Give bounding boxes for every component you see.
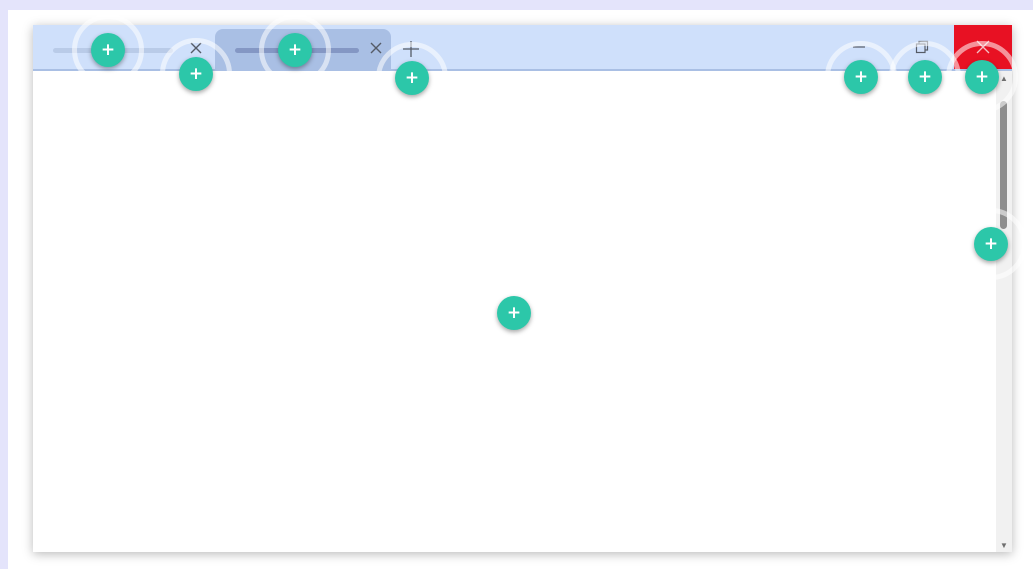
desktop-frame-left: [0, 10, 8, 569]
tab-close-button[interactable]: [185, 37, 207, 59]
plus-circle-icon: +: [983, 233, 999, 254]
plus-circle-icon: +: [917, 66, 933, 87]
plus-circle-icon: +: [853, 66, 869, 87]
hotspot-marker[interactable]: +: [395, 61, 429, 95]
hotspot-marker[interactable]: +: [974, 227, 1008, 261]
restore-icon: [915, 40, 929, 54]
hotspot-marker[interactable]: +: [179, 57, 213, 91]
hotspot-marker[interactable]: +: [844, 60, 878, 94]
plus-icon: [403, 41, 419, 57]
minimize-icon: [853, 46, 865, 48]
plus-circle-icon: +: [188, 63, 204, 84]
hotspot-marker[interactable]: +: [908, 60, 942, 94]
arrow-down-icon: ▼: [1000, 540, 1008, 550]
plus-circle-icon: +: [974, 66, 990, 87]
browser-window: ▲ ▼: [33, 25, 1012, 552]
hotspot-marker[interactable]: +: [278, 33, 312, 67]
new-tab-button[interactable]: [399, 37, 423, 61]
close-icon: [370, 42, 382, 54]
close-icon: [190, 42, 202, 54]
hotspot-marker[interactable]: +: [91, 33, 125, 67]
scroll-down-button[interactable]: ▼: [996, 538, 1012, 552]
arrow-up-icon: ▲: [1000, 73, 1008, 83]
hotspot-marker[interactable]: +: [497, 296, 531, 330]
tab-close-button[interactable]: [365, 37, 387, 59]
desktop-frame-top: [0, 0, 1033, 10]
close-icon: [976, 40, 990, 54]
scrollbar-thumb[interactable]: [1000, 101, 1007, 229]
plus-circle-icon: +: [404, 67, 420, 88]
plus-circle-icon: +: [506, 302, 522, 323]
plus-circle-icon: +: [100, 39, 116, 60]
plus-circle-icon: +: [287, 39, 303, 60]
vertical-scrollbar[interactable]: ▲ ▼: [996, 71, 1012, 552]
hotspot-marker[interactable]: +: [965, 60, 999, 94]
